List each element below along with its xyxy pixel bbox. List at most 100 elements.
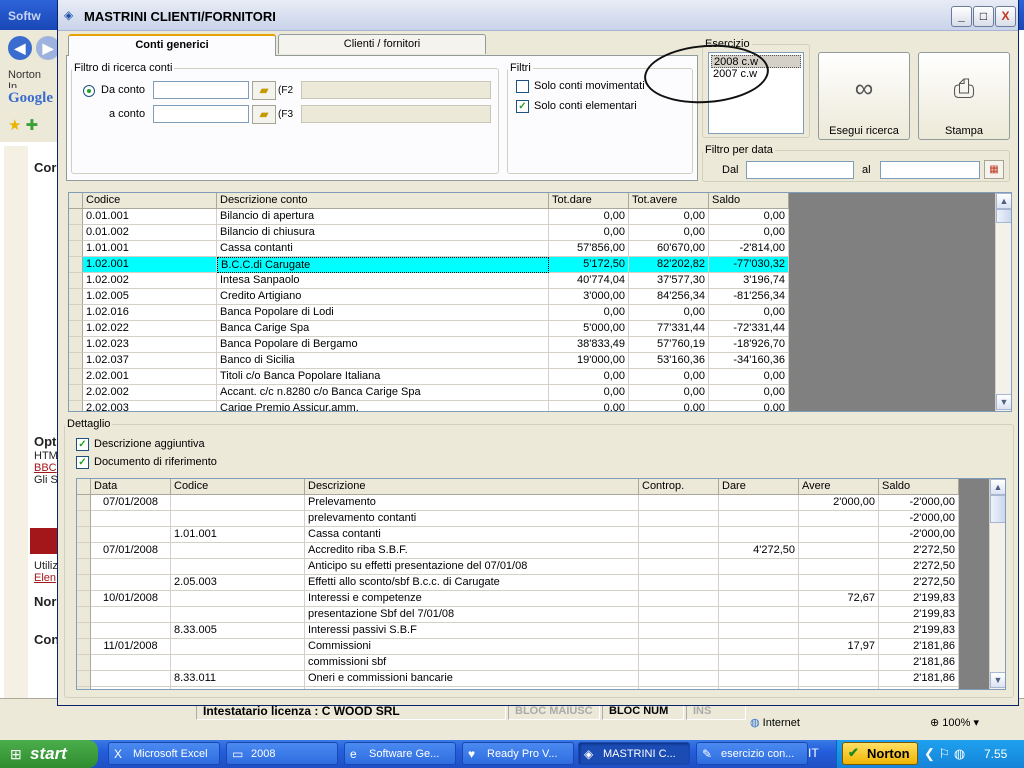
row-selector[interactable]	[77, 655, 91, 671]
col-header-tot-avere[interactable]: Tot.avere	[629, 193, 709, 209]
row-selector[interactable]	[69, 369, 83, 385]
row-selector[interactable]	[77, 527, 91, 543]
language-indicator[interactable]: IT	[808, 746, 819, 760]
descrizione-aggiuntiva-checkbox[interactable]: ✓	[76, 438, 89, 451]
tray-expand-icon[interactable]: ❮	[924, 746, 935, 761]
norton-tray-button[interactable]: ✔ Norton	[842, 742, 918, 765]
detail-row[interactable]: prelevamento contanti -2'000,00	[91, 511, 959, 527]
taskbar-item[interactable]: ▭ 2008	[226, 742, 338, 765]
account-row[interactable]: 1.02.002 Intesa Sanpaolo 40'774,04 37'577,3…	[83, 273, 789, 289]
documento-riferimento-checkbox[interactable]: ✓	[76, 456, 89, 469]
solo-movimentati-checkbox[interactable]	[516, 80, 529, 93]
row-selector[interactable]	[69, 273, 83, 289]
account-row[interactable]: 1.02.022 Banca Carige Spa 5'000,00 77'331,4…	[83, 321, 789, 337]
account-row[interactable]: 1.01.001 Cassa contanti 57'856,00 60'670,00…	[83, 241, 789, 257]
scroll-up-icon[interactable]: ▲	[996, 193, 1011, 209]
accounts-scrollbar[interactable]: ▲ ▼	[995, 193, 1011, 411]
taskbar-item[interactable]: X Microsoft Excel	[108, 742, 220, 765]
row-selector[interactable]	[69, 321, 83, 337]
al-input[interactable]	[880, 161, 980, 179]
detail-row[interactable]: 07/01/2008 Prelevamento 2'000,00 -2'000,00	[91, 495, 959, 511]
account-row[interactable]: 0.01.001 Bilancio di apertura 0,00 0,00 0,00	[83, 209, 789, 225]
folder-icon[interactable]: ▰	[252, 105, 276, 124]
row-selector[interactable]	[77, 591, 91, 607]
account-row[interactable]: 1.02.016 Banca Popolare di Lodi 0,00 0,00 0,…	[83, 305, 789, 321]
row-selector[interactable]	[69, 225, 83, 241]
solo-elementari-checkbox[interactable]: ✓	[516, 100, 529, 113]
da-conto-radio[interactable]	[83, 85, 95, 97]
taskbar-item[interactable]: ✎ esercizio con...	[696, 742, 808, 765]
detail-row[interactable]: 8.33.011 Oneri e commissioni bancarie 2'18…	[91, 671, 959, 687]
row-selector[interactable]	[69, 353, 83, 369]
scroll-down-icon[interactable]: ▼	[990, 672, 1005, 688]
row-selector[interactable]	[69, 241, 83, 257]
row-selector[interactable]	[77, 495, 91, 511]
col-header-saldo[interactable]: Saldo	[709, 193, 789, 209]
bg-link[interactable]: BBC	[34, 462, 57, 474]
stampa-button[interactable]: ⎙ Stampa	[918, 52, 1010, 140]
row-selector[interactable]	[69, 337, 83, 353]
close-button[interactable]: X	[995, 6, 1016, 27]
detail-row[interactable]: 2.05.003 Effetti allo sconto/sbf B.c.c. d…	[91, 575, 959, 591]
account-row[interactable]: 1.02.023 Banca Popolare di Bergamo 38'833,…	[83, 337, 789, 353]
row-selector[interactable]	[69, 305, 83, 321]
row-selector[interactable]	[77, 511, 91, 527]
col-header-avere[interactable]: Avere	[799, 479, 879, 495]
account-row[interactable]: 1.02.005 Credito Artigiano 3'000,00 84'256,…	[83, 289, 789, 305]
detail-row[interactable]: 10/01/2008 Interessi e competenze 72,67 2'1…	[91, 591, 959, 607]
dettaglio-scrollbar[interactable]: ▲ ▼	[989, 479, 1005, 689]
row-selector[interactable]	[69, 401, 83, 411]
col-header-dare[interactable]: Dare	[719, 479, 799, 495]
detail-row[interactable]: Anticipo su effetti presentazione del 07…	[91, 559, 959, 575]
row-selector[interactable]	[77, 575, 91, 591]
minimize-button[interactable]: _	[951, 6, 972, 27]
maximize-button[interactable]: □	[973, 6, 994, 27]
zoom-level[interactable]: ⊕ 100% ▾	[930, 716, 979, 729]
taskbar-item[interactable]: e Software Ge...	[344, 742, 456, 765]
detail-row[interactable]: 07/01/2008 Accredito riba S.B.F. 4'272,50 2…	[91, 543, 959, 559]
row-selector[interactable]	[69, 209, 83, 225]
col-header-controp[interactable]: Controp.	[639, 479, 719, 495]
favorites-star-icon[interactable]: ★	[8, 117, 21, 134]
network-icon[interactable]: ⚐	[939, 746, 951, 761]
account-row[interactable]: 0.01.002 Bilancio di chiusura 0,00 0,00 0,00	[83, 225, 789, 241]
back-arrow-icon[interactable]: ◀	[8, 36, 32, 60]
taskbar-item[interactable]: ◈ MASTRINI C...	[578, 742, 690, 765]
scroll-up-icon[interactable]: ▲	[990, 479, 1005, 495]
col-header-codice[interactable]: Codice	[171, 479, 305, 495]
col-header-saldo[interactable]: Saldo	[879, 479, 959, 495]
detail-row[interactable]: commissioni sbf 2'181,86	[91, 655, 959, 671]
row-selector[interactable]	[77, 543, 91, 559]
taskbar-item[interactable]: ♥ Ready Pro V...	[462, 742, 574, 765]
bg-link[interactable]: Elen	[34, 572, 56, 584]
dal-input[interactable]	[746, 161, 854, 179]
col-header-descrizione[interactable]: Descrizione conto	[217, 193, 549, 209]
scroll-thumb[interactable]	[996, 209, 1011, 223]
scroll-thumb[interactable]	[990, 495, 1005, 523]
row-selector[interactable]	[77, 671, 91, 687]
detail-row[interactable]: 1.01.001 Cassa contanti -2'000,00	[91, 527, 959, 543]
calendar-icon[interactable]: ▦	[984, 160, 1004, 179]
scroll-down-icon[interactable]: ▼	[996, 394, 1011, 410]
folder-icon[interactable]: ▰	[252, 81, 276, 100]
a-conto-input[interactable]	[153, 105, 249, 123]
account-row[interactable]: 2.02.002 Accant. c/c n.8280 c/o Banca Car…	[83, 385, 789, 401]
col-header-data[interactable]: Data	[91, 479, 171, 495]
esegui-ricerca-button[interactable]: ∞ Esegui ricerca	[818, 52, 910, 140]
da-conto-input[interactable]	[153, 81, 249, 99]
col-header-codice[interactable]: Codice	[83, 193, 217, 209]
clock[interactable]: 7.55	[984, 747, 1007, 761]
col-header-tot-dare[interactable]: Tot.dare	[549, 193, 629, 209]
row-selector[interactable]	[77, 623, 91, 639]
row-selector[interactable]	[77, 607, 91, 623]
globe-icon[interactable]: ◍	[954, 746, 965, 761]
row-selector[interactable]	[69, 385, 83, 401]
tab-conti-generici[interactable]: Conti generici	[68, 34, 276, 56]
account-row[interactable]: 2.02.003 Carige Premio Assicur.amm. 0,00 0,…	[83, 401, 789, 411]
row-selector[interactable]	[69, 257, 83, 273]
row-selector[interactable]	[77, 639, 91, 655]
row-selector[interactable]	[77, 559, 91, 575]
row-selector[interactable]	[69, 289, 83, 305]
tray-icons[interactable]: ❮ ⚐ ◍	[924, 746, 965, 762]
detail-row[interactable]: 8.33.005 Interessi passivi S.B.F 2'199,83	[91, 623, 959, 639]
